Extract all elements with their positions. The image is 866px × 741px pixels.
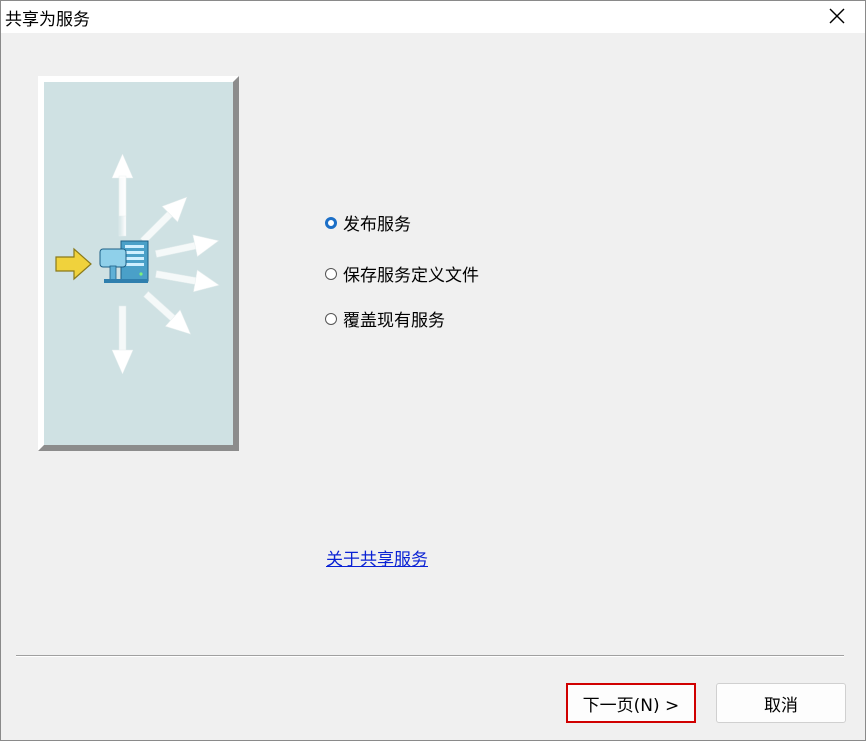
option-publish-service[interactable]: 发布服务 [325, 210, 411, 235]
option-overwrite-service[interactable]: 覆盖现有服务 [325, 306, 445, 331]
about-sharing-link[interactable]: 关于共享服务 [326, 545, 428, 570]
option-label: 覆盖现有服务 [343, 311, 445, 331]
option-label: 发布服务 [343, 215, 411, 235]
option-label: 保存服务定义文件 [343, 266, 479, 286]
close-button[interactable] [817, 1, 857, 31]
title-bar: 共享为服务 [1, 1, 865, 33]
share-as-service-dialog: 共享为服务 发布服务 保存服务定义文件 覆盖现有服务 关于共享服务 下一页(N)… [0, 0, 866, 741]
footer-separator [16, 655, 844, 657]
option-save-service-definition[interactable]: 保存服务定义文件 [325, 261, 479, 286]
cancel-button[interactable]: 取消 [716, 683, 846, 723]
radio-selected-icon[interactable] [325, 216, 337, 229]
radio-icon[interactable] [325, 267, 337, 280]
dialog-title: 共享为服务 [5, 10, 90, 30]
publish-service-illustration [38, 76, 239, 451]
radio-icon[interactable] [325, 312, 337, 325]
close-icon [829, 8, 845, 24]
next-button[interactable]: 下一页(N) > [566, 683, 696, 723]
